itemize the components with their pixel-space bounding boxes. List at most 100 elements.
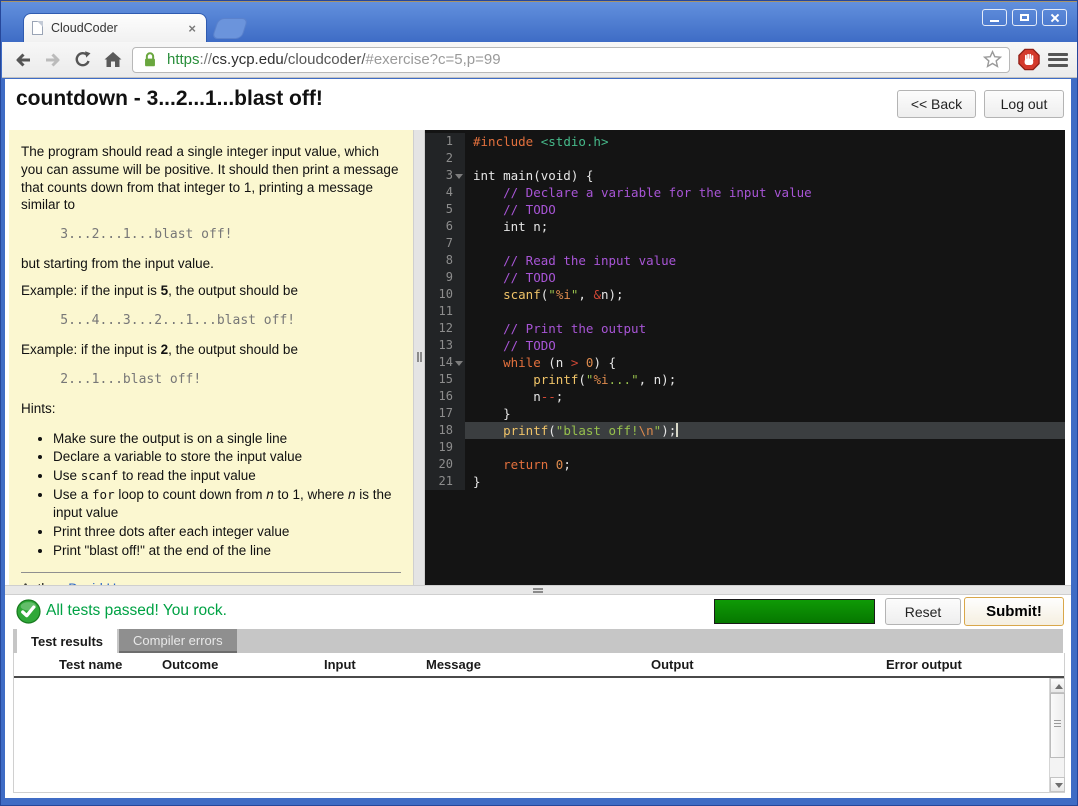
code-line[interactable]: 8 // Read the input value bbox=[425, 252, 1065, 269]
fold-arrow-icon[interactable] bbox=[455, 361, 463, 366]
code-line[interactable]: 5 // TODO bbox=[425, 201, 1065, 218]
submit-button[interactable]: Submit! bbox=[964, 597, 1064, 626]
line-number[interactable]: 11 bbox=[425, 303, 465, 320]
url-text[interactable]: https://cs.ycp.edu/cloudcoder/#exercise?… bbox=[167, 51, 975, 68]
code-line[interactable]: 10 scanf("%i", &n); bbox=[425, 286, 1065, 303]
code-line[interactable]: 11 bbox=[425, 303, 1065, 320]
hint-item: Print "blast off!" at the end of the lin… bbox=[53, 542, 401, 560]
code-line[interactable]: 18 printf("blast off!\n"); bbox=[425, 422, 1065, 439]
text-segment: Make sure the output is on a single line bbox=[53, 430, 288, 446]
reset-button[interactable]: Reset bbox=[885, 598, 961, 625]
line-number[interactable]: 6 bbox=[425, 218, 465, 235]
text-segment: Use a bbox=[53, 487, 93, 503]
line-number[interactable]: 21 bbox=[425, 473, 465, 490]
line-number[interactable]: 14 bbox=[425, 354, 465, 371]
sample-output: 5...4...3...2...1...blast off! bbox=[29, 312, 296, 328]
divider bbox=[21, 572, 401, 574]
code-line[interactable]: 12 // Print the output bbox=[425, 320, 1065, 337]
code-line[interactable]: 16 n--; bbox=[425, 388, 1065, 405]
tab-test-results[interactable]: Test results bbox=[17, 629, 118, 653]
code-line[interactable]: 9 // TODO bbox=[425, 269, 1065, 286]
code-line[interactable]: 17 } bbox=[425, 405, 1065, 422]
column-header: Outcome bbox=[162, 657, 219, 672]
cloudcoder-page: countdown - 3...2...1...blast off! << Ba… bbox=[5, 79, 1071, 798]
test-results-panel: Test name Outcome Input Message Output Error … bbox=[13, 653, 1065, 793]
code-line[interactable]: 2 bbox=[425, 150, 1065, 167]
check-circle-icon bbox=[16, 599, 41, 629]
line-number[interactable]: 7 bbox=[425, 235, 465, 252]
back-icon[interactable] bbox=[12, 49, 34, 71]
star-icon[interactable] bbox=[981, 49, 1003, 71]
line-number[interactable]: 3 bbox=[425, 167, 465, 184]
line-number[interactable]: 9 bbox=[425, 269, 465, 286]
code-line[interactable]: 4 // Declare a variable for the input va… bbox=[425, 184, 1065, 201]
line-number[interactable]: 12 bbox=[425, 320, 465, 337]
line-number[interactable]: 17 bbox=[425, 405, 465, 422]
forward-icon[interactable] bbox=[42, 49, 64, 71]
table-body bbox=[14, 678, 1049, 792]
minimize-button[interactable] bbox=[982, 9, 1007, 26]
reload-icon[interactable] bbox=[72, 49, 94, 71]
column-header: Message bbox=[426, 657, 481, 672]
new-tab-button[interactable] bbox=[211, 18, 249, 39]
line-number[interactable]: 15 bbox=[425, 371, 465, 388]
code-line[interactable]: 21} bbox=[425, 473, 1065, 490]
line-number[interactable]: 10 bbox=[425, 286, 465, 303]
scroll-down-button[interactable] bbox=[1050, 777, 1065, 792]
url-fragment: #exercise?c=5,p=99 bbox=[365, 51, 501, 68]
logout-button[interactable]: Log out bbox=[984, 90, 1064, 118]
code-line[interactable]: 19 bbox=[425, 439, 1065, 456]
hint-item: Print three dots after each integer valu… bbox=[53, 523, 401, 541]
lock-icon[interactable] bbox=[139, 49, 161, 71]
line-number[interactable]: 2 bbox=[425, 150, 465, 167]
test-progress-bar bbox=[714, 599, 875, 624]
code-line[interactable]: 15 printf("%i...", n); bbox=[425, 371, 1065, 388]
line-number[interactable]: 4 bbox=[425, 184, 465, 201]
code-line[interactable]: 1 #include <stdio.h> bbox=[425, 133, 1065, 150]
url-bar[interactable]: https://cs.ycp.edu/cloudcoder/#exercise?… bbox=[132, 46, 1010, 73]
code-line[interactable]: 20 return 0; bbox=[425, 456, 1065, 473]
text-segment: Example: if the input is bbox=[21, 283, 161, 299]
code-line[interactable]: 14 while (n > 0) { bbox=[425, 354, 1065, 371]
line-number[interactable]: 8 bbox=[425, 252, 465, 269]
url-scheme: https bbox=[167, 51, 200, 68]
status-row: All tests passed! You rock. Reset Submit… bbox=[5, 595, 1071, 628]
home-icon[interactable] bbox=[102, 49, 124, 71]
progress-fill bbox=[715, 600, 874, 623]
line-number[interactable]: 16 bbox=[425, 388, 465, 405]
problem-paragraph: Example: if the input is 2, the output s… bbox=[21, 341, 401, 359]
code-line[interactable]: 3 int main(void) { bbox=[425, 167, 1065, 184]
tab-close-icon[interactable]: × bbox=[186, 21, 198, 36]
browser-tab[interactable]: CloudCoder × bbox=[23, 13, 207, 42]
vertical-splitter[interactable] bbox=[413, 130, 425, 585]
text-segment: , the output should be bbox=[168, 283, 298, 299]
text-segment: Hints: bbox=[21, 400, 56, 416]
line-number[interactable]: 13 bbox=[425, 337, 465, 354]
stop-hand-extension-icon[interactable] bbox=[1018, 48, 1040, 71]
line-number[interactable]: 1 bbox=[425, 133, 465, 150]
text-segment: The program should read a single integer… bbox=[21, 144, 399, 213]
text-segment: for bbox=[92, 487, 115, 503]
problem-paragraph: Example: if the input is 5, the output s… bbox=[21, 282, 401, 300]
scrollbar-thumb[interactable] bbox=[1050, 693, 1065, 758]
menu-icon[interactable] bbox=[1048, 52, 1068, 67]
line-number[interactable]: 18 bbox=[425, 422, 465, 439]
horizontal-splitter[interactable] bbox=[5, 585, 1071, 595]
code-line[interactable]: 13 // TODO bbox=[425, 337, 1065, 354]
line-number[interactable]: 5 bbox=[425, 201, 465, 218]
code-editor[interactable]: 1 #include <stdio.h> 2 3 int main(void) {4 /… bbox=[425, 130, 1065, 585]
line-number[interactable]: 20 bbox=[425, 456, 465, 473]
back-button[interactable]: << Back bbox=[897, 90, 976, 118]
line-number[interactable]: 19 bbox=[425, 439, 465, 456]
results-scrollbar[interactable] bbox=[1049, 678, 1065, 792]
code-line[interactable]: 6 int n; bbox=[425, 218, 1065, 235]
fold-arrow-icon[interactable] bbox=[455, 174, 463, 179]
problem-blocks: The program should read a single integer… bbox=[21, 143, 401, 560]
close-window-button[interactable] bbox=[1042, 9, 1067, 26]
scroll-up-button[interactable] bbox=[1050, 678, 1065, 693]
tab-compiler-errors[interactable]: Compiler errors bbox=[119, 629, 237, 653]
url-host: cs.ycp.edu bbox=[212, 51, 284, 68]
code-line[interactable]: 7 bbox=[425, 235, 1065, 252]
maximize-button[interactable] bbox=[1012, 9, 1037, 26]
exercise-title: countdown - 3...2...1...blast off! bbox=[16, 87, 323, 110]
